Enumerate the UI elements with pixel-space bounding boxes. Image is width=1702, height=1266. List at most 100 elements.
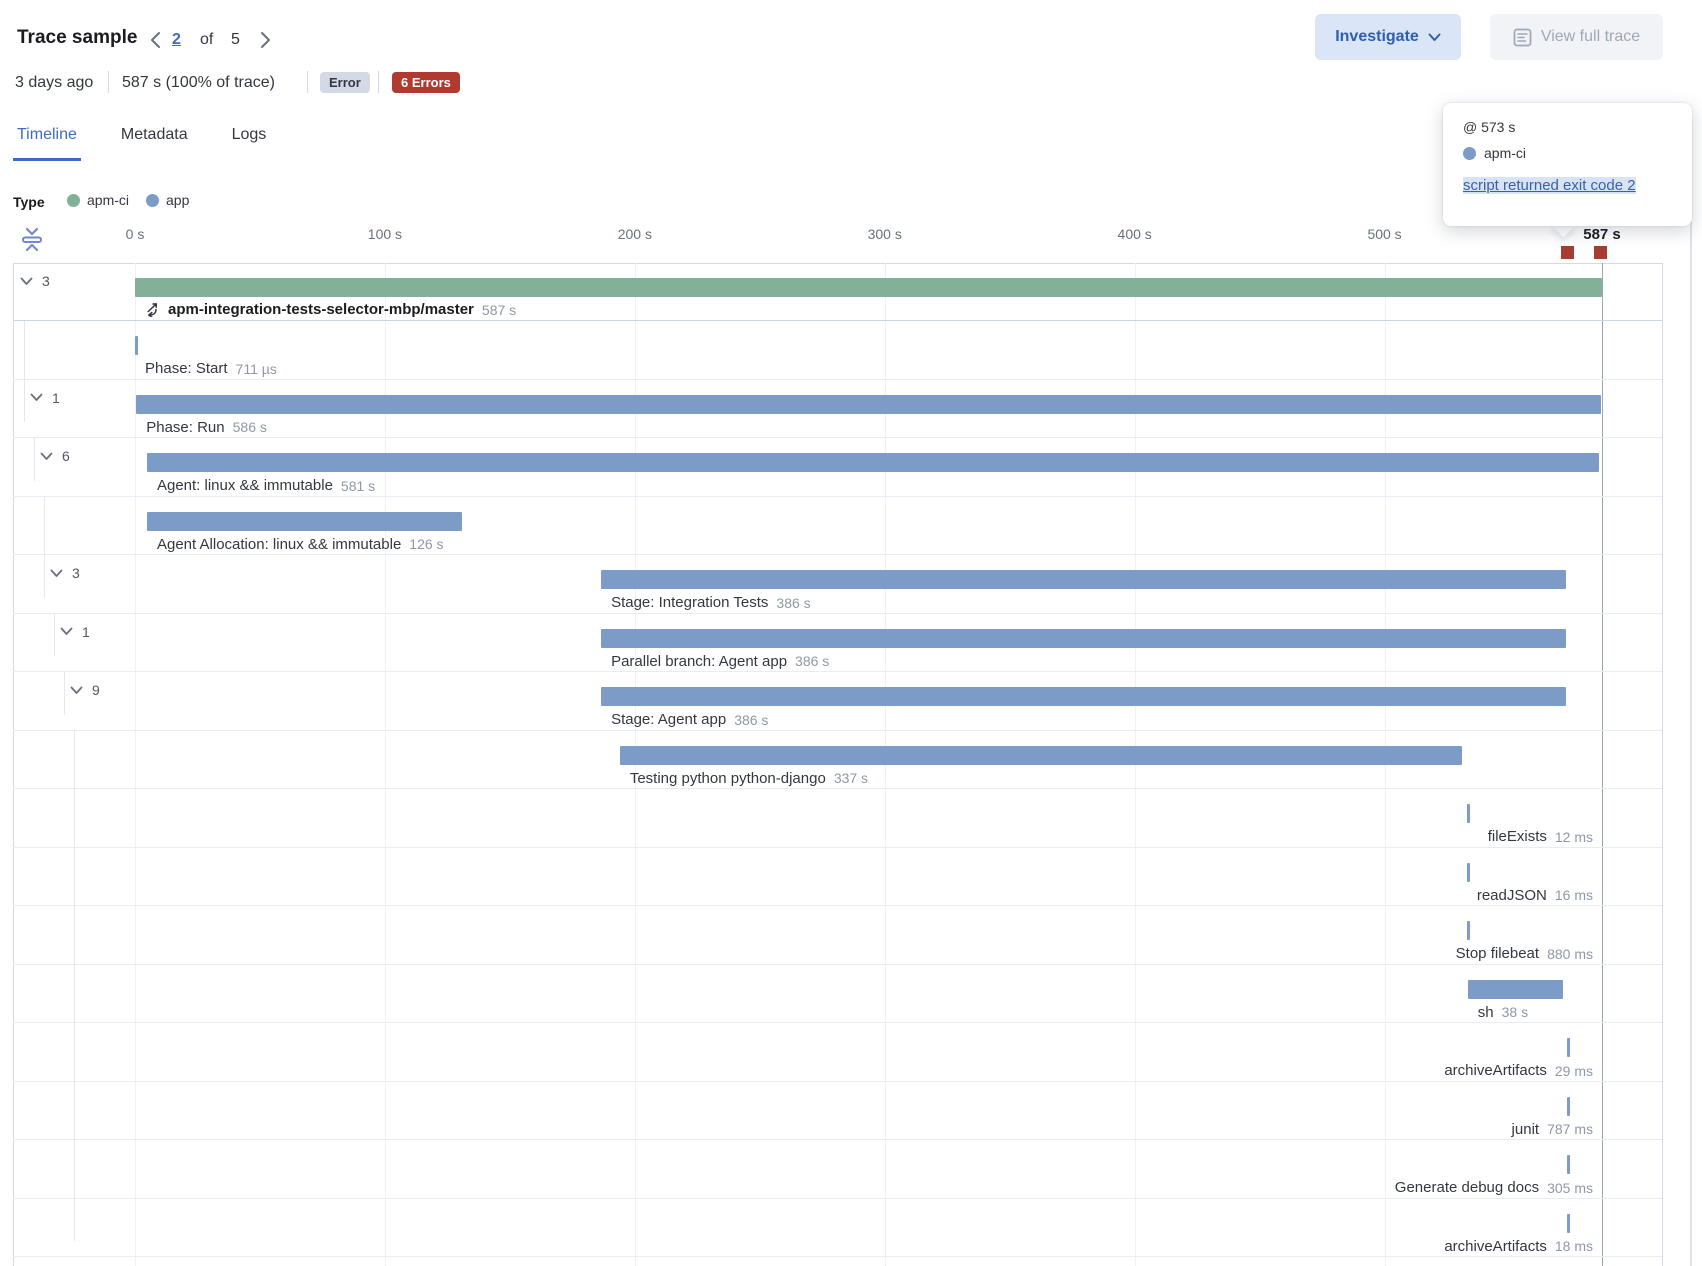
span-label: sh38 s (1478, 1004, 1528, 1021)
child-count: 3 (42, 273, 50, 289)
span-bar[interactable] (147, 453, 1599, 472)
errors-count-badge[interactable]: 6 Errors (392, 72, 460, 93)
accordion-toggle[interactable]: 1 (60, 624, 90, 640)
span-name: archiveArtifacts (1444, 1238, 1547, 1255)
span-name: Agent: linux && immutable (157, 477, 333, 494)
span-tick[interactable] (1567, 1097, 1570, 1116)
span-tick[interactable] (1567, 1214, 1570, 1233)
span-duration: 386 s (734, 712, 768, 728)
span-name: archiveArtifacts (1444, 1062, 1547, 1079)
tooltip-service: apm-ci (1463, 145, 1526, 161)
chevron-right-icon (260, 31, 271, 49)
span-duration: 337 s (834, 770, 868, 786)
span-tick[interactable] (1567, 1038, 1570, 1057)
span-label: archiveArtifacts 29 ms (1444, 1062, 1593, 1079)
waterfall-row: sh38 s (13, 965, 1662, 1023)
child-count: 9 (92, 682, 100, 698)
error-message-link[interactable]: script returned exit code 2 (1463, 177, 1636, 194)
axis-tick-label: 0 s (126, 226, 145, 242)
waterfall-row: Agent Allocation: linux && immutable126 … (13, 497, 1662, 555)
service-dot-icon (1463, 147, 1476, 160)
child-count: 6 (62, 448, 70, 464)
tab-logs[interactable]: Logs (228, 118, 271, 161)
tooltip-service-name: apm-ci (1484, 145, 1526, 161)
error-tooltip: @ 573 s apm-ci script returned exit code… (1443, 103, 1692, 226)
page-title: Trace sample (17, 27, 137, 49)
span-name: readJSON (1477, 887, 1547, 904)
span-duration: 586 s (233, 419, 267, 435)
waterfall-row: Stop filebeat880 ms (13, 906, 1662, 964)
child-count: 1 (82, 624, 90, 640)
waterfall-row: Generate debug docs 305 ms (13, 1140, 1662, 1198)
span-duration: 126 s (409, 536, 443, 552)
span-bar[interactable] (1468, 980, 1563, 999)
waterfall-row: readJSON 16 ms (13, 848, 1662, 906)
span-bar[interactable] (136, 395, 1601, 414)
divider (307, 71, 308, 93)
span-duration: 581 s (341, 478, 375, 494)
view-full-trace-button[interactable]: View full trace (1490, 14, 1663, 60)
axis-tick-label: 200 s (618, 226, 652, 242)
chevron-down-icon (20, 277, 33, 286)
trace-duration-summary: 587 s (100% of trace) (122, 74, 275, 92)
error-marker[interactable] (1594, 246, 1607, 259)
pagination-of-label: of (200, 31, 213, 49)
waterfall-row: 6 Agent: linux && immutable 581 s (13, 438, 1662, 496)
span-duration: 29 ms (1555, 1063, 1593, 1079)
span-bar[interactable] (135, 278, 1602, 297)
scrollbar[interactable] (1690, 118, 1692, 1266)
span-duration: 16 ms (1555, 887, 1593, 903)
span-label: fileExists12 ms (1488, 828, 1593, 845)
span-bar[interactable] (620, 746, 1462, 765)
type-legend: apm-ciapp (67, 192, 189, 208)
legend-item-apm-ci: apm-ci (67, 192, 129, 208)
accordion-toggle[interactable]: 9 (70, 682, 100, 698)
span-tick[interactable] (1467, 921, 1470, 940)
span-duration: 18 ms (1555, 1238, 1593, 1254)
span-label: Agent: linux && immutable 581 s (157, 477, 375, 494)
investigate-button[interactable]: Investigate (1315, 14, 1461, 60)
error-marker[interactable] (1561, 246, 1574, 259)
span-label: Testing python python-django 337 s (630, 770, 868, 787)
current-sample-number[interactable]: 2 (172, 31, 181, 49)
waterfall-row: archiveArtifacts 18 ms (13, 1199, 1662, 1257)
span-duration: 305 ms (1547, 1180, 1593, 1196)
collapse-all-button[interactable] (19, 226, 45, 258)
span-tick[interactable] (1467, 804, 1470, 823)
span-name: junit (1512, 1121, 1540, 1138)
investigate-button-label: Investigate (1335, 28, 1419, 46)
span-label: Phase: Run586 s (146, 419, 267, 436)
tooltip-timestamp: @ 573 s (1463, 119, 1515, 135)
span-name: Generate debug docs (1395, 1179, 1539, 1196)
span-bar[interactable] (601, 570, 1566, 589)
accordion-toggle[interactable]: 6 (40, 448, 70, 464)
waterfall-row: 3Stage: Integration Tests386 s (13, 555, 1662, 613)
axis-tick-label: 587 s (1583, 226, 1621, 243)
span-label: apm-integration-tests-selector-mbp/maste… (145, 301, 516, 318)
waterfall-row: junit787 ms (13, 1082, 1662, 1140)
span-name: Testing python python-django (630, 770, 826, 787)
result-badge: Error (320, 72, 370, 93)
axis-tick-label: 300 s (868, 226, 902, 242)
waterfall-row: 3 apm-integration-tests-selector-mbp/mast… (13, 263, 1662, 321)
next-sample-button[interactable] (252, 27, 278, 53)
prev-sample-button[interactable] (142, 27, 168, 53)
span-tick[interactable] (135, 336, 138, 355)
view-full-trace-label: View full trace (1541, 28, 1640, 46)
accordion-toggle[interactable]: 3 (50, 565, 80, 581)
chevron-down-icon (70, 686, 83, 695)
span-label: Agent Allocation: linux && immutable126 … (157, 536, 444, 553)
span-label: readJSON 16 ms (1477, 887, 1593, 904)
span-label: Phase: Start711 µs (145, 360, 277, 377)
tab-metadata[interactable]: Metadata (117, 118, 192, 161)
waterfall-row: fileExists12 ms (13, 789, 1662, 847)
span-bar[interactable] (601, 629, 1566, 648)
span-tick[interactable] (1567, 1155, 1570, 1174)
span-tick[interactable] (1467, 863, 1470, 882)
span-bar[interactable] (147, 512, 462, 531)
tab-timeline[interactable]: Timeline (13, 118, 81, 161)
span-bar[interactable] (601, 687, 1566, 706)
span-duration: 12 ms (1555, 829, 1593, 845)
accordion-toggle[interactable]: 3 (20, 273, 50, 289)
accordion-toggle[interactable]: 1 (30, 390, 60, 406)
